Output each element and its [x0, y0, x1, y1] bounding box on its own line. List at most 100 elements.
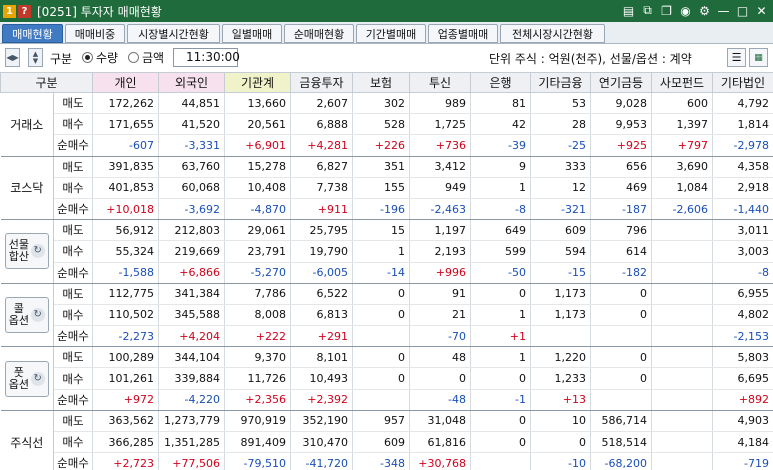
table-cell[interactable]: -5,270 [224, 262, 291, 284]
table-cell[interactable]: -48 [409, 389, 471, 411]
table-cell[interactable]: +925 [590, 134, 652, 157]
up-down-button[interactable]: ▲ ▼ [28, 48, 43, 67]
close-icon[interactable]: ✕ [754, 3, 769, 18]
table-cell[interactable]: 351 [352, 156, 410, 178]
table-cell[interactable]: 6,695 [712, 367, 773, 390]
table-cell[interactable]: +226 [352, 134, 410, 157]
table-cell[interactable]: 1,725 [409, 113, 471, 136]
tab-trading-ratio[interactable]: 매매비중 [65, 24, 125, 43]
table-cell[interactable]: 796 [590, 219, 652, 242]
quantity-radio[interactable]: 수량 [82, 49, 118, 66]
table-cell[interactable]: -39 [470, 134, 531, 157]
table-cell[interactable]: 339,884 [158, 367, 225, 390]
table-row[interactable]: 순매수 +972 -4,220 +2,356 +2,392 -48 -1 +13 +892 [1, 389, 773, 411]
table-cell[interactable]: 0 [352, 367, 410, 390]
table-cell[interactable]: 366,285 [92, 431, 159, 454]
table-cell[interactable]: 469 [590, 177, 652, 199]
table-cell[interactable]: 31,048 [409, 410, 471, 433]
table-cell[interactable]: 9,028 [590, 92, 652, 115]
table-cell[interactable]: 391,835 [92, 156, 159, 178]
help-badge[interactable]: ? [18, 4, 31, 18]
tab-daily-trading[interactable]: 일별매매 [222, 24, 282, 43]
minimize-icon[interactable]: — [716, 3, 731, 18]
table-cell[interactable]: 1 [470, 304, 531, 327]
table-cell[interactable]: 10 [530, 410, 591, 433]
excel-export-button[interactable]: ▦ [749, 48, 768, 67]
table-cell[interactable] [651, 325, 713, 348]
table-cell[interactable]: -1,588 [92, 262, 159, 284]
table-cell[interactable]: -348 [352, 452, 410, 470]
table-cell[interactable]: 333 [530, 156, 591, 178]
table-cell[interactable]: -2,978 [712, 134, 773, 157]
table-cell[interactable]: 53 [530, 92, 591, 115]
table-cell[interactable]: +996 [409, 262, 471, 284]
table-cell[interactable]: -187 [590, 198, 652, 221]
table-cell[interactable]: +77,506 [158, 452, 225, 470]
table-cell[interactable]: 345,588 [158, 304, 225, 327]
table-cell[interactable]: 599 [470, 240, 531, 263]
table-cell[interactable]: 401,853 [92, 177, 159, 199]
table-cell[interactable]: 9,953 [590, 113, 652, 136]
gear-icon[interactable]: ⚙ [697, 3, 712, 18]
table-cell[interactable]: 1 [352, 240, 410, 263]
table-cell[interactable]: -3,692 [158, 198, 225, 221]
screen-number-badge[interactable]: 1 [3, 4, 16, 18]
table-cell[interactable]: 12 [530, 177, 591, 199]
table-cell[interactable]: 171,655 [92, 113, 159, 136]
table-cell[interactable] [651, 346, 713, 369]
table-cell[interactable]: -41,720 [290, 452, 353, 470]
table-cell[interactable]: 0 [590, 367, 652, 390]
table-cell[interactable]: -6,005 [290, 262, 353, 284]
table-cell[interactable]: 310,470 [290, 431, 353, 454]
header-insurance[interactable]: 보험 [352, 72, 410, 93]
header-individual[interactable]: 개인 [92, 72, 159, 93]
table-row[interactable]: 주식선 매도 363,562 1,273,779 970,919 352,190 957 31… [0, 410, 773, 470]
table-cell[interactable]: -3,331 [158, 134, 225, 157]
table-cell[interactable]: 0 [590, 283, 652, 305]
table-cell[interactable]: 48 [409, 346, 471, 369]
time-input[interactable]: 11:30:00 [173, 48, 240, 67]
table-cell[interactable]: +892 [712, 389, 773, 411]
header-pension[interactable]: 연기금등 [590, 72, 652, 93]
table-cell[interactable]: 1,173 [530, 283, 591, 305]
table-cell[interactable]: +6,866 [158, 262, 225, 284]
table-cell[interactable]: 600 [651, 92, 713, 115]
table-cell[interactable]: 352,190 [290, 410, 353, 433]
table-cell[interactable] [651, 304, 713, 327]
table-cell[interactable]: 10,493 [290, 367, 353, 390]
table-cell[interactable]: 957 [352, 410, 410, 433]
table-cell[interactable] [590, 325, 652, 348]
table-cell[interactable] [352, 325, 410, 348]
table-cell[interactable]: -196 [352, 198, 410, 221]
table-row[interactable]: 코스닥 매도 391,835 63,760 15,278 6,827 351 3,412 9 33… [0, 156, 773, 221]
table-cell[interactable]: 0 [470, 283, 531, 305]
table-cell[interactable]: 0 [352, 346, 410, 369]
table-cell[interactable]: 56,912 [92, 219, 159, 242]
table-cell[interactable] [651, 452, 713, 470]
table-cell[interactable]: 7,786 [224, 283, 291, 305]
table-cell[interactable]: 13,660 [224, 92, 291, 115]
tab-market-time-status[interactable]: 시장별시간현황 [127, 24, 220, 43]
table-cell[interactable]: -79,510 [224, 452, 291, 470]
table-cell[interactable]: -2,273 [92, 325, 159, 348]
table-cell[interactable]: 25,795 [290, 219, 353, 242]
table-row[interactable]: 거래소 매도 172,262 44,851 13,660 2,607 302 989 81 53 9… [0, 92, 773, 157]
prev-next-button[interactable]: ◀▶ [5, 48, 20, 67]
table-cell[interactable]: 4,802 [712, 304, 773, 327]
layout-icon[interactable]: ▤ [621, 3, 636, 18]
table-cell[interactable]: +30,768 [409, 452, 471, 470]
table-cell[interactable] [651, 389, 713, 411]
table-cell[interactable]: 649 [470, 219, 531, 242]
table-cell[interactable]: -8 [470, 198, 531, 221]
table-cell[interactable]: -10 [530, 452, 591, 470]
table-cell[interactable]: +4,281 [290, 134, 353, 157]
table-cell[interactable]: 3,690 [651, 156, 713, 178]
table-cell[interactable]: 21 [409, 304, 471, 327]
group-label-cell[interactable]: 선물 합산 ↻ [0, 219, 54, 284]
table-cell[interactable]: 28 [530, 113, 591, 136]
table-cell[interactable]: 101,261 [92, 367, 159, 390]
table-cell[interactable]: 9,370 [224, 346, 291, 369]
table-cell[interactable]: 1,233 [530, 367, 591, 390]
table-cell[interactable]: 9 [470, 156, 531, 178]
table-cell[interactable]: 891,409 [224, 431, 291, 454]
